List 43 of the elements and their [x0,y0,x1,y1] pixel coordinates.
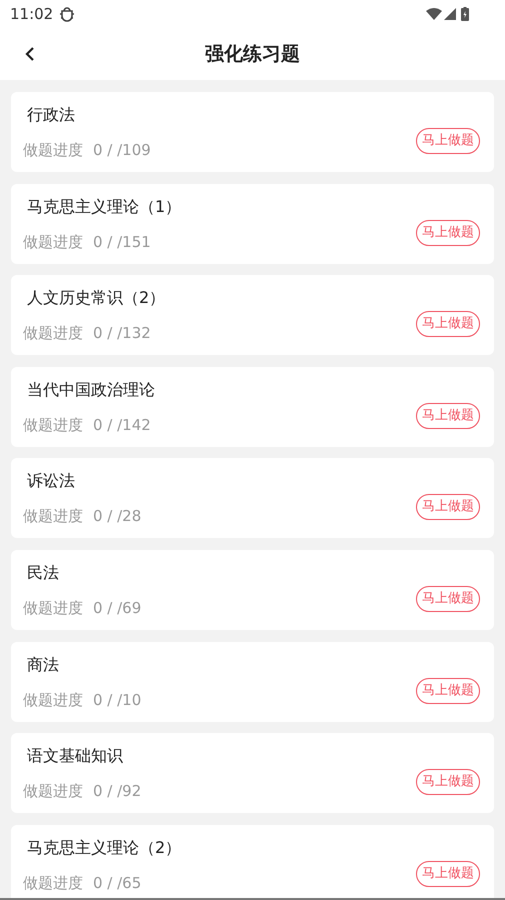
course-title: 当代中国政治理论 [26,378,156,401]
course-card[interactable]: 马克思主义理论（2） 做题进度 0 / /65 马上做题 [11,824,494,898]
progress-label: 做题进度 [23,323,83,344]
progress-count: 0 / /142 [93,414,151,435]
course-card[interactable]: 商法 做题进度 0 / /10 马上做题 [11,642,494,722]
signal-icon [444,8,456,20]
course-card[interactable]: 人文历史常识（2） 做题进度 0 / /132 马上做题 [11,275,494,356]
progress-count: 0 / /132 [93,323,151,344]
course-title: 人文历史常识（2） [26,287,166,310]
course-card[interactable]: 诉讼法 做题进度 0 / /28 马上做题 [11,458,494,538]
progress-count: 0 / /69 [93,598,142,618]
progress-count: 0 / /151 [93,232,151,252]
back-icon [24,46,36,62]
course-title: 行政法 [26,104,76,126]
progress-count: 0 / /28 [93,506,142,526]
course-title: 语文基础知识 [26,745,124,768]
progress-label: 做题进度 [23,690,83,710]
wifi-icon [426,8,442,20]
bug-icon [59,6,76,22]
course-card[interactable]: 当代中国政治理论 做题进度 0 / /142 马上做题 [11,366,494,447]
course-card[interactable]: 马克思主义理论（1） 做题进度 0 / /151 马上做题 [11,184,494,264]
progress-label: 做题进度 [23,872,83,893]
progress-count: 0 / /65 [93,872,142,893]
course-title: 马克思主义理论（1） [26,196,182,218]
progress-count: 0 / /92 [93,781,142,802]
progress-count: 0 / /10 [93,690,142,710]
progress-label: 做题进度 [23,140,83,160]
battery-icon [461,7,469,21]
course-title: 商法 [26,654,60,676]
progress-label: 做题进度 [23,598,83,618]
course-card[interactable]: 语文基础知识 做题进度 0 / /92 马上做题 [11,733,494,814]
progress-label: 做题进度 [23,414,83,435]
progress-label: 做题进度 [23,232,83,252]
progress-count: 0 / /109 [93,140,151,160]
page-title: 强化练习题 [205,42,300,67]
course-title: 诉讼法 [26,470,76,492]
course-card[interactable]: 民法 做题进度 0 / /69 马上做题 [11,550,494,630]
course-title: 民法 [26,562,60,584]
progress-label: 做题进度 [23,781,83,802]
course-card[interactable]: 行政法 做题进度 0 / /109 马上做题 [11,92,494,172]
course-title: 马克思主义理论（2） [26,836,182,859]
progress-label: 做题进度 [23,506,83,526]
status-time: 11:02 [10,4,54,25]
